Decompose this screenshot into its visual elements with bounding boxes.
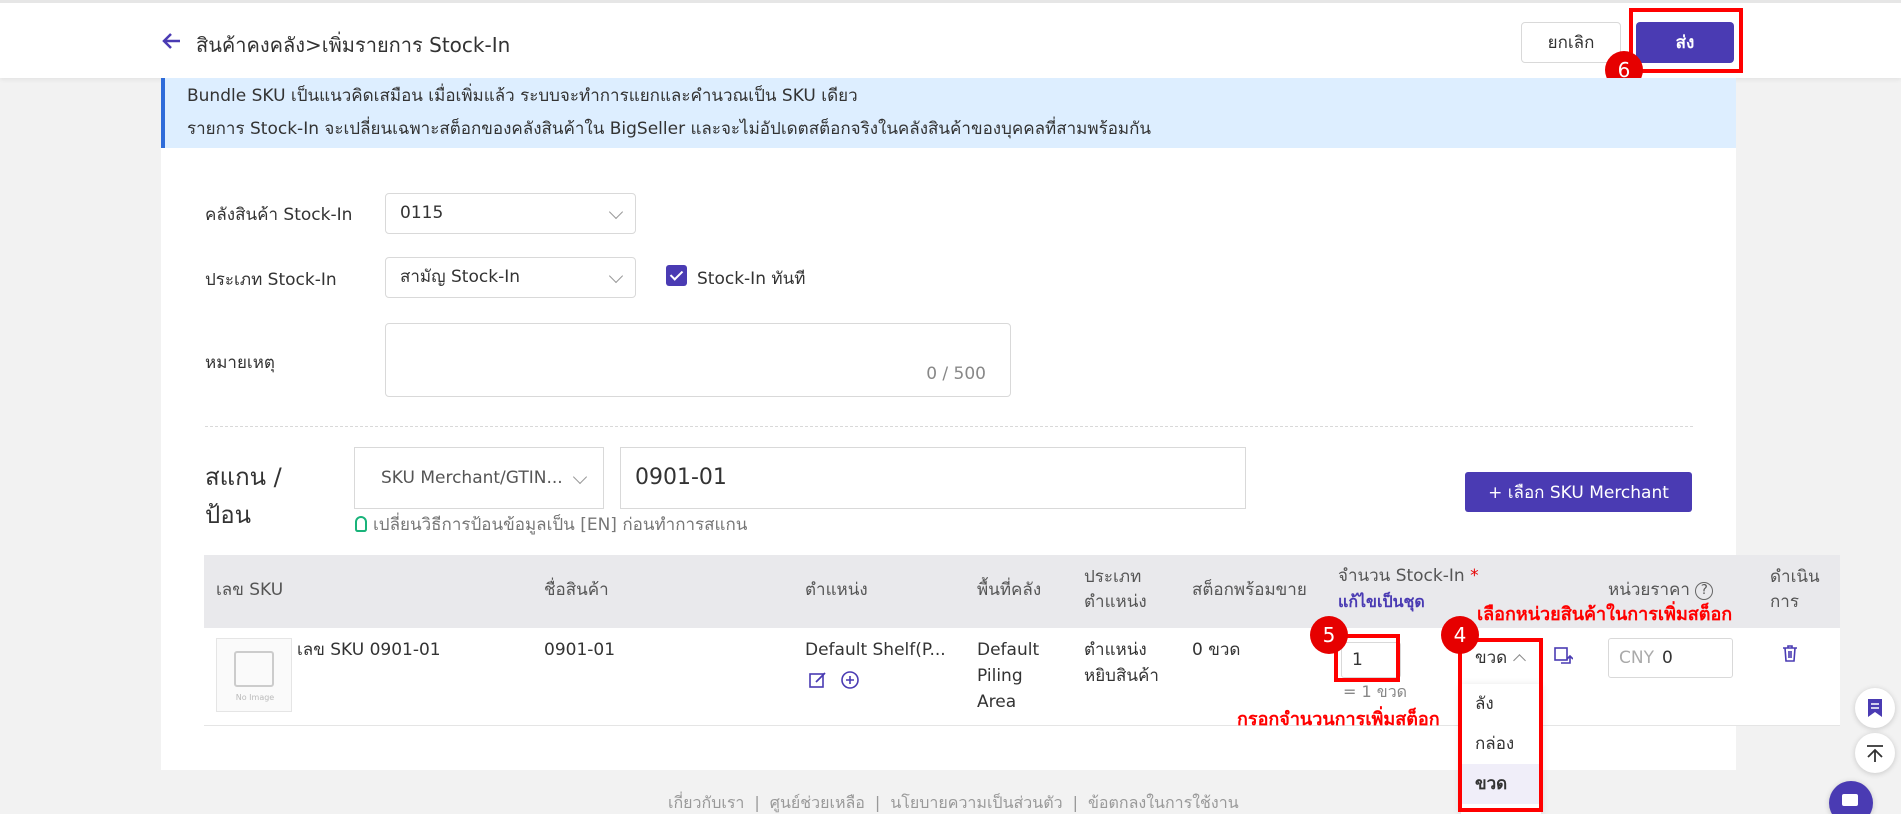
breadcrumb: สินค้าคงคลัง>เพิ่มรายการ Stock-In — [196, 33, 511, 57]
scan-label-line-1: สแกน / — [205, 463, 282, 491]
currency-label: CNY — [1619, 648, 1654, 668]
footer-links: เกี่ยวกับเรา | ศูนย์ช่วยเหลือ | นโยบายความเป… — [668, 791, 1239, 814]
row-sku: เลข SKU 0901-01 — [297, 640, 441, 660]
footer-separator: | — [754, 793, 760, 812]
divider — [205, 426, 1693, 427]
scan-mode-value: SKU Merchant/GTIN... — [381, 468, 563, 488]
scan-mode-select[interactable]: SKU Merchant/GTIN... — [354, 447, 604, 509]
chevron-down-icon — [608, 268, 624, 284]
help-icon[interactable]: ? — [1695, 582, 1714, 600]
col-sku: เลข SKU — [216, 580, 284, 600]
price-value: 0 — [1661, 648, 1673, 668]
bookmark-list-icon — [1868, 699, 1882, 717]
col-location-type-line-2: ตำแหน่ง — [1084, 592, 1147, 612]
instant-stockin-checkbox[interactable] — [666, 265, 687, 286]
footer-separator: | — [1072, 793, 1078, 812]
footer-about-link[interactable]: เกี่ยวกับเรา — [668, 793, 744, 812]
highlight-submit — [1629, 8, 1743, 73]
scan-input[interactable]: 0901-01 — [620, 447, 1246, 509]
stockin-type-value: สามัญ Stock-In — [400, 267, 520, 287]
col-action-line-1: ดำเนิน — [1770, 567, 1820, 587]
chat-button[interactable] — [1829, 781, 1873, 814]
footer-terms-link[interactable]: ข้อตกลงในการใช้งาน — [1088, 793, 1239, 812]
select-sku-merchant-button[interactable]: + เลือก SKU Merchant — [1465, 472, 1692, 512]
col-location: ตำแหน่ง — [805, 580, 868, 600]
note-textarea[interactable]: 0 / 500 — [385, 323, 1011, 397]
no-image-icon — [234, 651, 274, 687]
product-thumbnail: No Image — [216, 638, 292, 712]
trash-icon[interactable] — [1780, 643, 1800, 663]
row-location-type: ตำแหน่ง หยิบสินค้า — [1084, 637, 1159, 689]
row-area-line-2: Piling — [977, 666, 1023, 686]
row-location-type-line-1: ตำแหน่ง — [1084, 640, 1147, 660]
warehouse-select[interactable]: 0115 — [385, 193, 636, 234]
add-circle-icon[interactable] — [840, 670, 860, 690]
col-available: สต็อกพร้อมขาย — [1192, 580, 1307, 600]
batch-edit-link[interactable]: แก้ไขเป็นชุด — [1338, 589, 1479, 614]
scan-tip-text: เปลี่ยนวิธีการป้อนข้อมูลเป็น [EN] ก่อนทำ… — [373, 515, 748, 535]
col-unit-price-label: หน่วยราคา — [1608, 580, 1690, 600]
no-image-text: No Image — [235, 693, 275, 702]
row-available: 0 ขวด — [1192, 640, 1241, 660]
notice-line-1: Bundle SKU เป็นแนวคิดเสมือน เมื่อเพิ่มแล… — [187, 86, 858, 106]
note-label: หมายเหตุ — [205, 353, 275, 373]
col-action-line-2: การ — [1770, 592, 1799, 612]
step-4-badge: 4 — [1441, 616, 1479, 654]
scan-label: สแกน / ป้อน — [205, 458, 282, 534]
scan-label-line-2: ป้อน — [205, 501, 252, 529]
col-qty: จำนวน Stock-In * แก้ไขเป็นชุด — [1338, 564, 1479, 614]
notice-line-2: รายการ Stock-In จะเปลี่ยนเฉพาะสต็อกของคล… — [187, 119, 1152, 139]
highlight-unit — [1458, 638, 1543, 812]
type-label: ประเภท Stock-In — [205, 270, 337, 290]
stockin-type-select[interactable]: สามัญ Stock-In — [385, 257, 636, 298]
row-location-type-line-2: หยิบสินค้า — [1084, 666, 1159, 686]
instant-stockin-label: Stock-In ทันที — [697, 269, 806, 289]
back-arrow-icon[interactable] — [160, 29, 184, 53]
floating-guide-button[interactable] — [1855, 688, 1895, 728]
row-area: Default Piling Area — [977, 637, 1039, 715]
note-counter: 0 / 500 — [926, 364, 986, 384]
footer-separator: | — [874, 793, 881, 812]
warehouse-value: 0115 — [400, 203, 444, 223]
scroll-top-button[interactable] — [1855, 733, 1895, 773]
chevron-down-icon — [608, 204, 624, 220]
unit-price-input[interactable]: CNY 0 — [1608, 638, 1733, 678]
footer-help-link[interactable]: ศูนย์ช่วยเหลือ — [770, 793, 865, 812]
col-name: ชื่อสินค้า — [544, 580, 609, 600]
row-area-line-1: Default — [977, 640, 1040, 660]
scan-tip: เปลี่ยนวิธีการป้อนข้อมูลเป็น [EN] ก่อนทำ… — [355, 511, 747, 538]
annotation-qty-note: กรอกจำนวนการเพิ่มสต็อก — [1237, 709, 1440, 730]
row-area-line-3: Area — [977, 692, 1017, 712]
warehouse-label: คลังสินค้า Stock-In — [205, 205, 353, 225]
edit-icon[interactable] — [808, 670, 828, 690]
step-5-badge: 5 — [1310, 616, 1348, 654]
row-location: Default Shelf(P... — [805, 640, 946, 660]
col-location-type: ประเภท ตำแหน่ง — [1084, 565, 1147, 615]
qty-conversion: = 1 ขวด — [1343, 682, 1408, 701]
back-to-top-icon — [1867, 745, 1883, 762]
row-name: 0901-01 — [544, 640, 616, 660]
col-qty-label: จำนวน Stock-In — [1338, 566, 1465, 586]
required-mark: * — [1470, 566, 1479, 586]
swap-unit-icon[interactable] — [1553, 646, 1573, 666]
chat-icon — [1842, 794, 1858, 806]
lightbulb-icon — [355, 516, 367, 532]
col-action: ดำเนิน การ — [1770, 565, 1820, 615]
footer-privacy-link[interactable]: นโยบายความเป็นส่วนตัว — [890, 793, 1062, 812]
col-location-type-line-1: ประเภท — [1084, 567, 1142, 587]
info-notice: Bundle SKU เป็นแนวคิดเสมือน เมื่อเพิ่มแล… — [161, 78, 1736, 148]
chevron-down-icon — [572, 469, 588, 485]
cancel-button[interactable]: ยกเลิก — [1521, 22, 1621, 63]
col-area: พื้นที่คลัง — [977, 580, 1042, 600]
annotation-unit-note: เลือกหน่วยสินค้าในการเพิ่มสต็อก — [1477, 604, 1733, 625]
